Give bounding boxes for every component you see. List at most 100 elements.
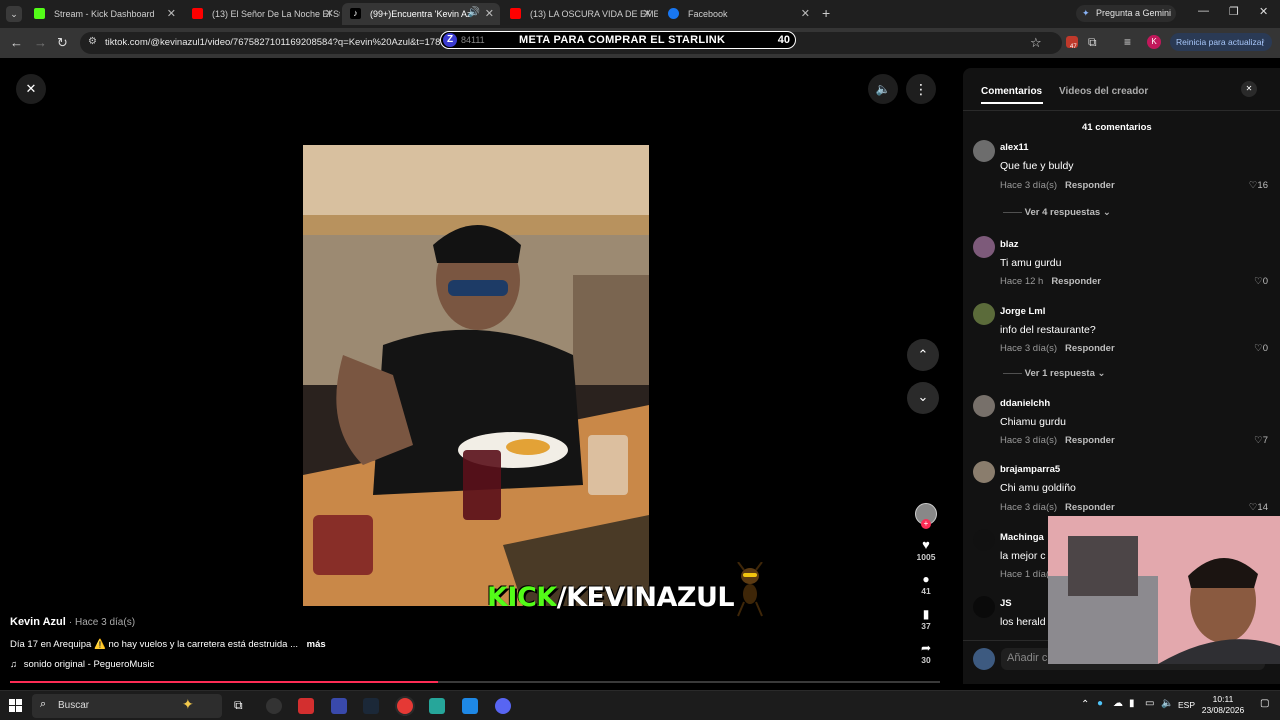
tray-overflow-icon[interactable]: ⌃ bbox=[1081, 699, 1089, 710]
clock[interactable]: 10:11 23/08/2026 bbox=[1198, 694, 1248, 716]
discord-icon[interactable] bbox=[495, 698, 511, 714]
avatar[interactable] bbox=[973, 395, 995, 417]
previous-video-button[interactable]: ⌃ bbox=[907, 339, 939, 371]
tab-comments[interactable]: Comentarios bbox=[981, 86, 1042, 97]
heart-outline-icon: ♡ bbox=[1254, 343, 1263, 354]
tray-app-icon[interactable]: ▮ bbox=[1129, 698, 1135, 709]
watermark-kick: KICK bbox=[487, 582, 557, 613]
close-tab-icon[interactable]: ✕ bbox=[643, 7, 652, 20]
like-count: 0 bbox=[1262, 276, 1268, 287]
media-control-icon[interactable]: ≡ bbox=[1124, 35, 1131, 49]
comment-meta: Hace 12 h Responder bbox=[1000, 276, 1101, 287]
comment-username[interactable]: Jorge Lml bbox=[1000, 306, 1045, 317]
video-viewer: ✕ 🔈 ⋮ KICK/KEVINAZUL ⌃ ⌄ + ♥ 1005 ● 41 ▮… bbox=[0, 58, 963, 690]
tab-facebook[interactable]: Facebook ✕ bbox=[660, 3, 816, 25]
profile-avatar[interactable]: K bbox=[1147, 35, 1161, 49]
tab-search-button[interactable]: ⌄ bbox=[6, 6, 22, 22]
comment-username[interactable]: alex11 bbox=[1000, 142, 1029, 153]
close-window-button[interactable]: ✕ bbox=[1259, 5, 1268, 18]
gemini-button[interactable]: ✦ Pregunta a Gemini bbox=[1076, 5, 1176, 22]
tab-youtube-oscura[interactable]: (13) LA OSCURA VIDA DE EMET ✕ bbox=[502, 3, 658, 25]
reply-button[interactable]: Responder bbox=[1065, 435, 1115, 446]
video-player[interactable] bbox=[303, 145, 649, 606]
bookmark-star-icon[interactable]: ☆ bbox=[1030, 35, 1042, 51]
site-info-icon[interactable]: ⚙ bbox=[88, 36, 97, 47]
update-button[interactable]: Reinicia para actualizar ⋮ bbox=[1170, 33, 1272, 51]
comment-like-button[interactable]: ♡7 bbox=[1254, 435, 1268, 446]
app-icon[interactable] bbox=[429, 698, 445, 714]
task-view-icon[interactable]: ⧉ bbox=[234, 698, 243, 713]
tab-creator-videos[interactable]: Videos del creador bbox=[1059, 86, 1148, 97]
avatar[interactable] bbox=[973, 236, 995, 258]
steam-icon[interactable] bbox=[363, 698, 379, 714]
windows-start-icon[interactable] bbox=[9, 699, 22, 712]
reply-button[interactable]: Responder bbox=[1065, 502, 1115, 513]
maximize-button[interactable]: ❐ bbox=[1229, 5, 1239, 18]
music-line[interactable]: ♫ sonido original - PegueroMusic bbox=[10, 659, 154, 670]
profile-initial: K bbox=[1151, 37, 1157, 46]
goal-badge: Z bbox=[443, 33, 457, 47]
avatar[interactable] bbox=[973, 303, 995, 325]
like-button[interactable]: ♥ 1005 bbox=[905, 537, 947, 562]
close-panel-button[interactable]: ✕ bbox=[1241, 81, 1257, 97]
app-icon[interactable] bbox=[462, 698, 478, 714]
forward-icon[interactable]: → bbox=[34, 35, 47, 50]
view-replies-button[interactable]: —— Ver 1 respuesta ⌄ bbox=[1003, 368, 1106, 379]
close-viewer-button[interactable]: ✕ bbox=[16, 74, 46, 104]
author-name[interactable]: Kevin Azul bbox=[10, 616, 66, 628]
close-tab-icon[interactable]: ✕ bbox=[485, 7, 494, 20]
comment-username[interactable]: ddanielchh bbox=[1000, 398, 1050, 409]
gemini-icon: ✦ bbox=[1082, 8, 1090, 18]
comment-like-button[interactable]: ♡0 bbox=[1254, 276, 1268, 287]
notifications-icon[interactable]: ▢ bbox=[1260, 698, 1269, 709]
video-progress-track[interactable] bbox=[10, 681, 940, 683]
tab-kick-dashboard[interactable]: Stream - Kick Dashboard ✕ bbox=[26, 3, 182, 25]
avatar[interactable] bbox=[973, 596, 995, 618]
calculator-icon[interactable] bbox=[331, 698, 347, 714]
new-tab-button[interactable]: + bbox=[822, 5, 830, 21]
reply-button[interactable]: Responder bbox=[1051, 276, 1101, 287]
speaker-icon[interactable]: 🔊 bbox=[468, 7, 480, 18]
more-options-button[interactable]: ⋮ bbox=[906, 74, 936, 104]
volume-icon[interactable]: 🔈 bbox=[1161, 698, 1173, 709]
app-icon[interactable] bbox=[266, 698, 282, 714]
language-indicator[interactable]: ESP bbox=[1178, 700, 1195, 710]
volume-button[interactable]: 🔈 bbox=[868, 74, 898, 104]
follow-plus-icon[interactable]: + bbox=[921, 519, 931, 529]
back-icon[interactable]: ← bbox=[10, 35, 23, 50]
comment-like-button[interactable]: ♡16 bbox=[1249, 180, 1268, 191]
goal-count: 40 bbox=[777, 34, 790, 46]
comment-button[interactable]: ● 41 bbox=[905, 572, 947, 596]
reply-button[interactable]: Responder bbox=[1065, 343, 1115, 354]
tray-app-icon[interactable]: ● bbox=[1097, 698, 1103, 709]
chrome-icon[interactable] bbox=[397, 698, 413, 714]
comment-username[interactable]: blaz bbox=[1000, 239, 1018, 250]
comment-username[interactable]: Machinga bbox=[1000, 532, 1044, 543]
share-button[interactable]: ➦ 30 bbox=[905, 641, 947, 665]
comment-time: Hace 3 día(s) bbox=[1000, 502, 1058, 513]
comment-like-button[interactable]: ♡0 bbox=[1254, 343, 1268, 354]
caption-more-link[interactable]: más bbox=[307, 639, 326, 650]
avatar[interactable] bbox=[973, 461, 995, 483]
close-tab-icon[interactable]: ✕ bbox=[167, 7, 176, 20]
taskbar-search-box[interactable]: ⌕ Buscar ✦ bbox=[32, 694, 222, 718]
network-icon[interactable]: ▭ bbox=[1145, 698, 1154, 709]
comment-like-button[interactable]: ♡14 bbox=[1249, 502, 1268, 513]
close-tab-icon[interactable]: ✕ bbox=[325, 7, 334, 20]
close-tab-icon[interactable]: ✕ bbox=[801, 7, 810, 20]
comment-username[interactable]: JS bbox=[1000, 598, 1012, 609]
minimize-button[interactable]: — bbox=[1198, 5, 1209, 17]
reply-button[interactable]: Responder bbox=[1065, 180, 1115, 191]
extensions-puzzle-icon[interactable]: ⧉ bbox=[1088, 35, 1097, 50]
tab-tiktok[interactable]: ♪ (99+)Encuentra 'Kevin Azul' 🔊 ✕ bbox=[342, 3, 500, 25]
reload-icon[interactable]: ↻ bbox=[57, 35, 68, 51]
avatar[interactable] bbox=[973, 529, 995, 551]
comment-username[interactable]: brajamparra5 bbox=[1000, 464, 1060, 475]
avatar[interactable] bbox=[973, 140, 995, 162]
save-button[interactable]: ▮ 37 bbox=[905, 607, 947, 631]
tray-app-icon[interactable]: ☁ bbox=[1113, 698, 1123, 709]
view-replies-button[interactable]: —— Ver 4 respuestas ⌄ bbox=[1003, 207, 1111, 218]
tab-youtube-senor[interactable]: (13) El Señor De La Noche El St ✕ bbox=[184, 3, 340, 25]
next-video-button[interactable]: ⌄ bbox=[907, 382, 939, 414]
app-icon[interactable] bbox=[298, 698, 314, 714]
